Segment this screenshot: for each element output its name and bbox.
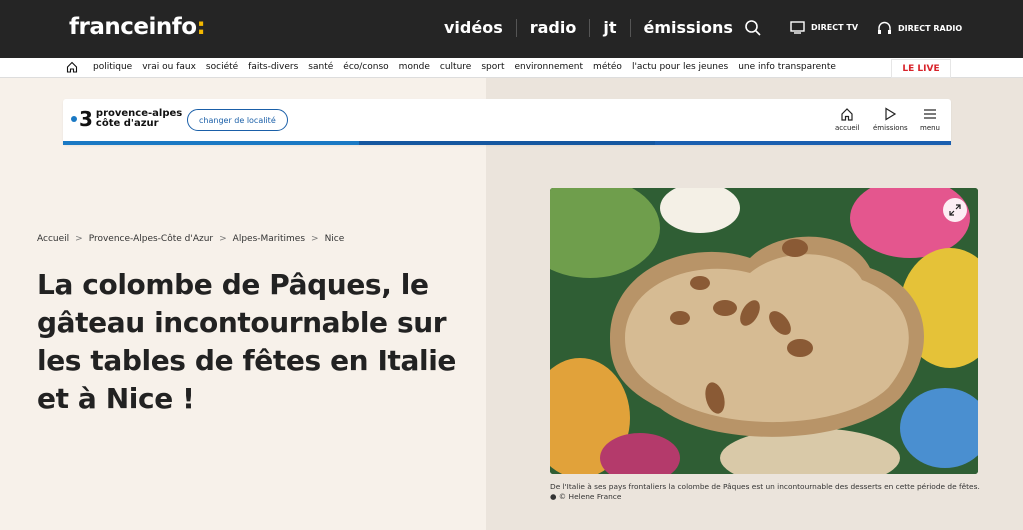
headphones-icon	[878, 21, 891, 34]
play-icon	[885, 107, 897, 121]
main-nav: vidéos radio jt émissions	[444, 18, 733, 37]
top-header: franceinfo: vidéos radio jt émissions DI…	[0, 0, 1023, 58]
category-link[interactable]: vrai ou faux	[142, 62, 196, 72]
nav-divider	[589, 18, 591, 37]
category-link[interactable]: santé	[308, 62, 333, 72]
home-icon[interactable]	[66, 61, 78, 73]
category-link[interactable]: faits-divers	[248, 62, 298, 72]
nav-emissions[interactable]: émissions	[644, 18, 733, 37]
breadcrumb-department[interactable]: Alpes-Maritimes	[233, 234, 305, 244]
breadcrumb-city[interactable]: Nice	[325, 234, 345, 244]
category-link[interactable]: une info transparente	[738, 62, 836, 72]
category-bar: politique vrai ou faux société faits-divers…	[0, 58, 1023, 78]
nav-radio[interactable]: radio	[530, 18, 577, 37]
nav-divider	[629, 18, 631, 37]
nav-divider	[515, 18, 517, 37]
logo-text: franceinfo	[69, 14, 197, 40]
article-headline: La colombe de Pâques, le gâteau incontou…	[37, 268, 457, 415]
logo-colon: :	[196, 14, 206, 40]
chevron-right-icon: >	[311, 234, 319, 244]
region-nav-label: menu	[920, 124, 940, 132]
expand-icon	[949, 204, 961, 216]
franceinfo-logo[interactable]: franceinfo:	[69, 14, 206, 40]
menu-icon	[924, 109, 936, 119]
region-channel-number: 3	[79, 107, 93, 131]
category-link[interactable]: monde	[399, 62, 430, 72]
image-caption: De l'Italie à ses pays frontaliers la co…	[550, 482, 980, 502]
breadcrumb-region[interactable]: Provence-Alpes-Côte d'Azur	[89, 234, 213, 244]
chevron-right-icon: >	[75, 234, 83, 244]
category-link[interactable]: environnement	[514, 62, 583, 72]
region-color-stripe	[63, 141, 951, 145]
direct-radio-label: DIRECT RADIO	[898, 23, 963, 33]
caption-text: De l'Italie à ses pays frontaliers la co…	[550, 482, 980, 491]
home-icon	[841, 108, 853, 121]
direct-radio-button[interactable]: DIRECT RADIO	[877, 21, 962, 35]
chevron-right-icon: >	[219, 234, 227, 244]
expand-image-button[interactable]	[943, 198, 967, 222]
category-link[interactable]: culture	[440, 62, 471, 72]
category-link[interactable]: l'actu pour les jeunes	[632, 62, 728, 72]
category-link[interactable]: sport	[481, 62, 504, 72]
regional-banner: 3 provence-alpes côte d'azur changer de l…	[63, 99, 951, 145]
colomba-cake-illustration	[550, 188, 978, 474]
category-link[interactable]: société	[206, 62, 238, 72]
logo-bullet	[71, 116, 77, 122]
change-location-button[interactable]: changer de localité	[187, 109, 288, 131]
search-icon[interactable]	[744, 19, 762, 37]
direct-tv-label: DIRECT TV	[811, 23, 859, 32]
breadcrumb: Accueil > Provence-Alpes-Côte d'Azur > A…	[37, 234, 344, 244]
category-link[interactable]: éco/conso	[343, 62, 388, 72]
image-credit: ● © Helene France	[550, 492, 622, 501]
region-nav-label: émissions	[873, 124, 908, 132]
france3-region-logo[interactable]: 3 provence-alpes côte d'azur	[71, 109, 182, 129]
nav-jt[interactable]: jt	[603, 18, 616, 37]
article-image[interactable]	[550, 188, 978, 474]
breadcrumb-accueil[interactable]: Accueil	[37, 234, 69, 244]
region-name: provence-alpes côte d'azur	[96, 109, 182, 129]
region-nav-label: accueil	[835, 124, 860, 132]
live-button[interactable]: LE LIVE	[891, 59, 951, 78]
direct-tv-button[interactable]: DIRECT TV	[790, 21, 858, 34]
nav-videos[interactable]: vidéos	[444, 18, 503, 37]
region-nav-menu[interactable]: menu	[920, 107, 940, 132]
tv-icon	[790, 21, 805, 34]
category-link[interactable]: météo	[593, 62, 622, 72]
region-nav-emissions[interactable]: émissions	[873, 107, 908, 132]
region-nav-home[interactable]: accueil	[835, 107, 860, 132]
category-list: politique vrai ou faux société faits-divers…	[93, 62, 836, 72]
region-name-line2: côte d'azur	[95, 118, 159, 129]
category-link[interactable]: politique	[93, 62, 132, 72]
